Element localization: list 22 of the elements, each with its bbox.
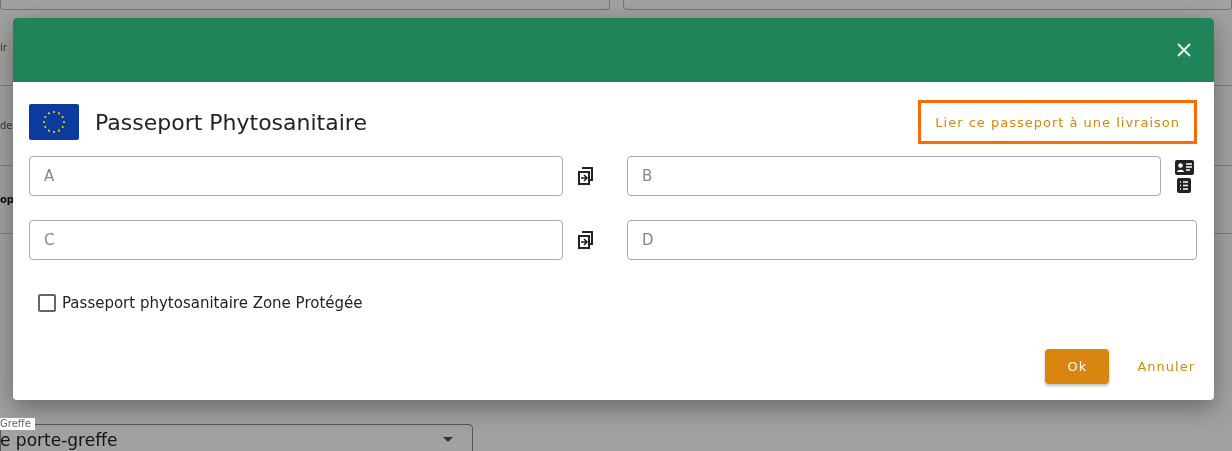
field-value: ir — [0, 42, 7, 53]
section-heading: op — [0, 194, 15, 205]
close-icon — [1176, 42, 1192, 58]
list-icon[interactable] — [1177, 177, 1191, 193]
input-field[interactable]: B — [627, 156, 1161, 196]
dropdown-caret-icon — [443, 437, 453, 442]
input-field[interactable]: A — [29, 156, 563, 196]
select-value: e porte-greffe — [0, 429, 118, 450]
eu-flag-icon — [29, 104, 79, 140]
field-label: Greffe — [0, 418, 35, 430]
ok-button[interactable]: Ok — [1045, 349, 1110, 384]
checkbox-label: Passeport phytosanitaire Zone Protégée — [62, 294, 363, 312]
input-field[interactable]: D — [627, 220, 1197, 260]
cancel-button[interactable]: Annuler — [1137, 349, 1195, 384]
copy-icon[interactable] — [578, 231, 594, 249]
field-value: de — [0, 120, 13, 131]
checkbox[interactable] — [38, 294, 56, 312]
dialog-title: Passeport Phytosanitaire — [95, 109, 368, 135]
contact-card-icon[interactable] — [1174, 159, 1194, 175]
link-delivery-button[interactable]: Lier ce passeport à une livraison — [918, 100, 1197, 144]
input-field[interactable]: C — [29, 220, 563, 260]
copy-icon[interactable] — [578, 167, 594, 185]
